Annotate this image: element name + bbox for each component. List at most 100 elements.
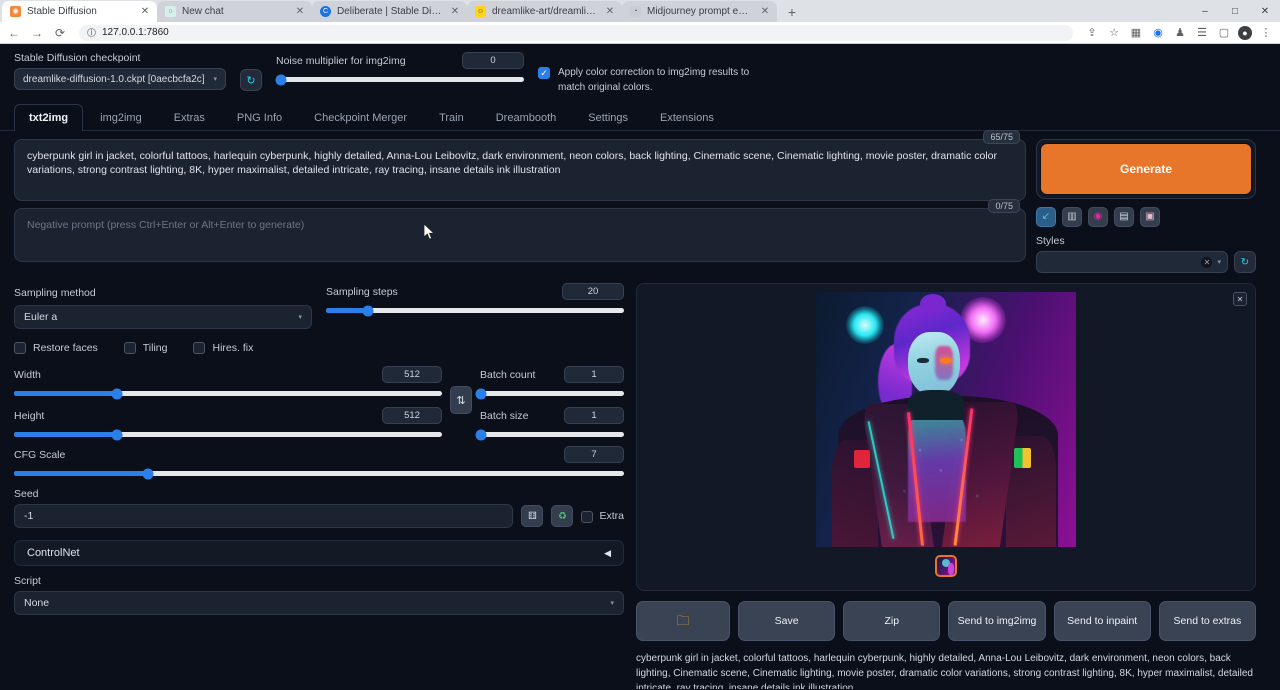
close-window-button[interactable]: ✕ xyxy=(1250,0,1280,22)
side-panel-icon[interactable]: ▢ xyxy=(1216,25,1232,41)
tab-img2img[interactable]: img2img xyxy=(85,104,157,131)
width-slider[interactable] xyxy=(14,391,442,396)
tab-settings[interactable]: Settings xyxy=(573,104,643,131)
styles-select[interactable]: ✕ ▾ xyxy=(1036,251,1228,273)
prompt-token-counter: 65/75 xyxy=(983,130,1020,144)
tab-png-info[interactable]: PNG Info xyxy=(222,104,297,131)
random-seed-button[interactable]: ⚅ xyxy=(521,505,543,527)
noise-multiplier-slider[interactable] xyxy=(276,77,524,82)
tab-dreambooth[interactable]: Dreambooth xyxy=(481,104,572,131)
browser-tab-4[interactable]: ◔ Midjourney prompt examples : L ✕ xyxy=(622,1,777,22)
height-slider[interactable] xyxy=(14,432,442,437)
browser-tab-title: New chat xyxy=(182,6,288,17)
batch-controls: Batch count 1 Batch size 1 xyxy=(480,366,624,448)
swap-dimensions-button[interactable]: ⇅ xyxy=(450,386,472,414)
minimize-button[interactable]: – xyxy=(1190,0,1220,22)
reuse-seed-button[interactable]: ♻ xyxy=(551,505,573,527)
restore-faces-toggle[interactable]: Restore faces xyxy=(14,341,98,354)
tiling-toggle[interactable]: Tiling xyxy=(124,341,168,354)
calculator-icon[interactable]: ▦ xyxy=(1128,25,1144,41)
controlnet-label: ControlNet xyxy=(27,547,80,559)
back-icon[interactable]: ← xyxy=(6,25,22,41)
open-folder-button[interactable]: 🗀 xyxy=(636,601,730,641)
restore-progress-icon[interactable]: ↙ xyxy=(1036,207,1056,227)
close-gallery-icon[interactable]: ✕ xyxy=(1233,292,1247,306)
reload-icon[interactable]: ⟳ xyxy=(52,25,68,41)
tiling-checkbox[interactable] xyxy=(124,342,136,354)
bookmark-star-icon[interactable]: ☆ xyxy=(1106,25,1122,41)
generate-button[interactable]: Generate xyxy=(1040,143,1252,195)
batch-size-label: Batch size xyxy=(480,410,528,422)
hires-fix-checkbox[interactable] xyxy=(193,342,205,354)
generated-image[interactable] xyxy=(816,292,1076,547)
browser-tab-2[interactable]: C Deliberate | Stable Diffusion Che ✕ xyxy=(312,1,467,22)
batch-count-value[interactable]: 1 xyxy=(564,366,624,383)
height-value[interactable]: 512 xyxy=(382,407,442,424)
noise-multiplier-value[interactable]: 0 xyxy=(462,52,524,69)
restore-faces-checkbox[interactable] xyxy=(14,342,26,354)
color-correction-checkbox[interactable]: ✓ xyxy=(538,67,550,79)
seed-input[interactable]: -1 xyxy=(14,504,513,528)
browser-menu-icon[interactable]: ⋮ xyxy=(1258,25,1274,41)
send-to-inpaint-button[interactable]: Send to inpaint xyxy=(1054,601,1151,641)
tab-close-icon[interactable]: ✕ xyxy=(294,6,306,18)
parameters-panel: Sampling method Euler a ▾ Sampling steps… xyxy=(14,283,624,689)
tab-checkpoint-merger[interactable]: Checkpoint Merger xyxy=(299,104,422,131)
cfg-scale-slider[interactable] xyxy=(14,471,624,476)
send-to-extras-button[interactable]: Send to extras xyxy=(1159,601,1256,641)
script-select[interactable]: None ▾ xyxy=(14,591,624,615)
tab-extras[interactable]: Extras xyxy=(159,104,220,131)
toolbar-right-icons: ⇪ ☆ ▦ ◉ ♟ ☰ ▢ ● ⋮ xyxy=(1084,25,1274,41)
extra-seed-toggle[interactable]: Extra xyxy=(581,510,624,523)
hires-fix-toggle[interactable]: Hires. fix xyxy=(193,341,253,354)
refresh-checkpoints-button[interactable]: ↻ xyxy=(240,69,262,91)
checkpoint-select[interactable]: dreamlike-diffusion-1.0.ckpt [0aecbcfa2c… xyxy=(14,68,226,90)
extension-blue-icon[interactable]: ◉ xyxy=(1150,25,1166,41)
apply-style-icon[interactable]: ▤ xyxy=(1114,207,1134,227)
sampling-steps-value[interactable]: 20 xyxy=(562,283,624,300)
refresh-styles-button[interactable]: ↻ xyxy=(1234,251,1256,273)
tab-close-icon[interactable]: ✕ xyxy=(139,6,151,18)
browser-tab-3[interactable]: ☺ dreamlike-art/dreamlike-diffusio ✕ xyxy=(467,1,622,22)
cfg-scale-value[interactable]: 7 xyxy=(564,446,624,463)
tab-train[interactable]: Train xyxy=(424,104,479,131)
save-button[interactable]: Save xyxy=(738,601,835,641)
clear-prompt-icon[interactable]: ▥ xyxy=(1062,207,1082,227)
save-style-icon[interactable]: ▣ xyxy=(1140,207,1160,227)
styles-row: ✕ ▾ ↻ xyxy=(1036,251,1256,273)
batch-count-slider[interactable] xyxy=(480,391,624,396)
width-value[interactable]: 512 xyxy=(382,366,442,383)
new-tab-button[interactable]: + xyxy=(781,2,803,22)
share-icon[interactable]: ⇪ xyxy=(1084,25,1100,41)
tab-extensions[interactable]: Extensions xyxy=(645,104,729,131)
extra-seed-checkbox[interactable] xyxy=(581,511,593,523)
styles-label: Styles xyxy=(1036,235,1256,247)
chevron-down-icon: ▾ xyxy=(298,313,302,321)
clear-styles-icon[interactable]: ✕ xyxy=(1201,257,1212,268)
forward-icon[interactable]: → xyxy=(29,25,45,41)
sampling-steps-slider[interactable] xyxy=(326,308,624,313)
browser-tab-0[interactable]: ◉ Stable Diffusion ✕ xyxy=(2,1,157,22)
zip-button[interactable]: Zip xyxy=(843,601,940,641)
prompt-textarea[interactable]: cyberpunk girl in jacket, colorful tatto… xyxy=(14,139,1026,201)
maximize-button[interactable]: □ xyxy=(1220,0,1250,22)
profile-avatar[interactable]: ● xyxy=(1238,26,1252,40)
address-bar[interactable]: i 127.0.0.1:7860 xyxy=(79,25,1073,41)
negative-prompt-textarea[interactable]: Negative prompt (press Ctrl+Enter or Alt… xyxy=(14,208,1026,262)
sampling-method-select[interactable]: Euler a ▾ xyxy=(14,305,312,329)
send-to-img2img-button[interactable]: Send to img2img xyxy=(948,601,1045,641)
gallery-thumbnail[interactable] xyxy=(935,555,957,577)
puzzle-extensions-icon[interactable]: ♟ xyxy=(1172,25,1188,41)
sampling-method-block: Sampling method Euler a ▾ xyxy=(14,283,312,329)
batch-size-value[interactable]: 1 xyxy=(564,407,624,424)
tab-close-icon[interactable]: ✕ xyxy=(449,6,461,18)
tab-txt2img[interactable]: txt2img xyxy=(14,104,83,131)
tab-close-icon[interactable]: ✕ xyxy=(604,6,616,18)
paste-style-icon[interactable]: ◉ xyxy=(1088,207,1108,227)
tab-close-icon[interactable]: ✕ xyxy=(759,6,771,18)
site-info-icon[interactable]: i xyxy=(87,28,96,37)
reading-list-icon[interactable]: ☰ xyxy=(1194,25,1210,41)
controlnet-accordion[interactable]: ControlNet ◀ xyxy=(14,540,624,566)
browser-tab-1[interactable]: ○ New chat ✕ xyxy=(157,1,312,22)
batch-size-slider[interactable] xyxy=(480,432,624,437)
